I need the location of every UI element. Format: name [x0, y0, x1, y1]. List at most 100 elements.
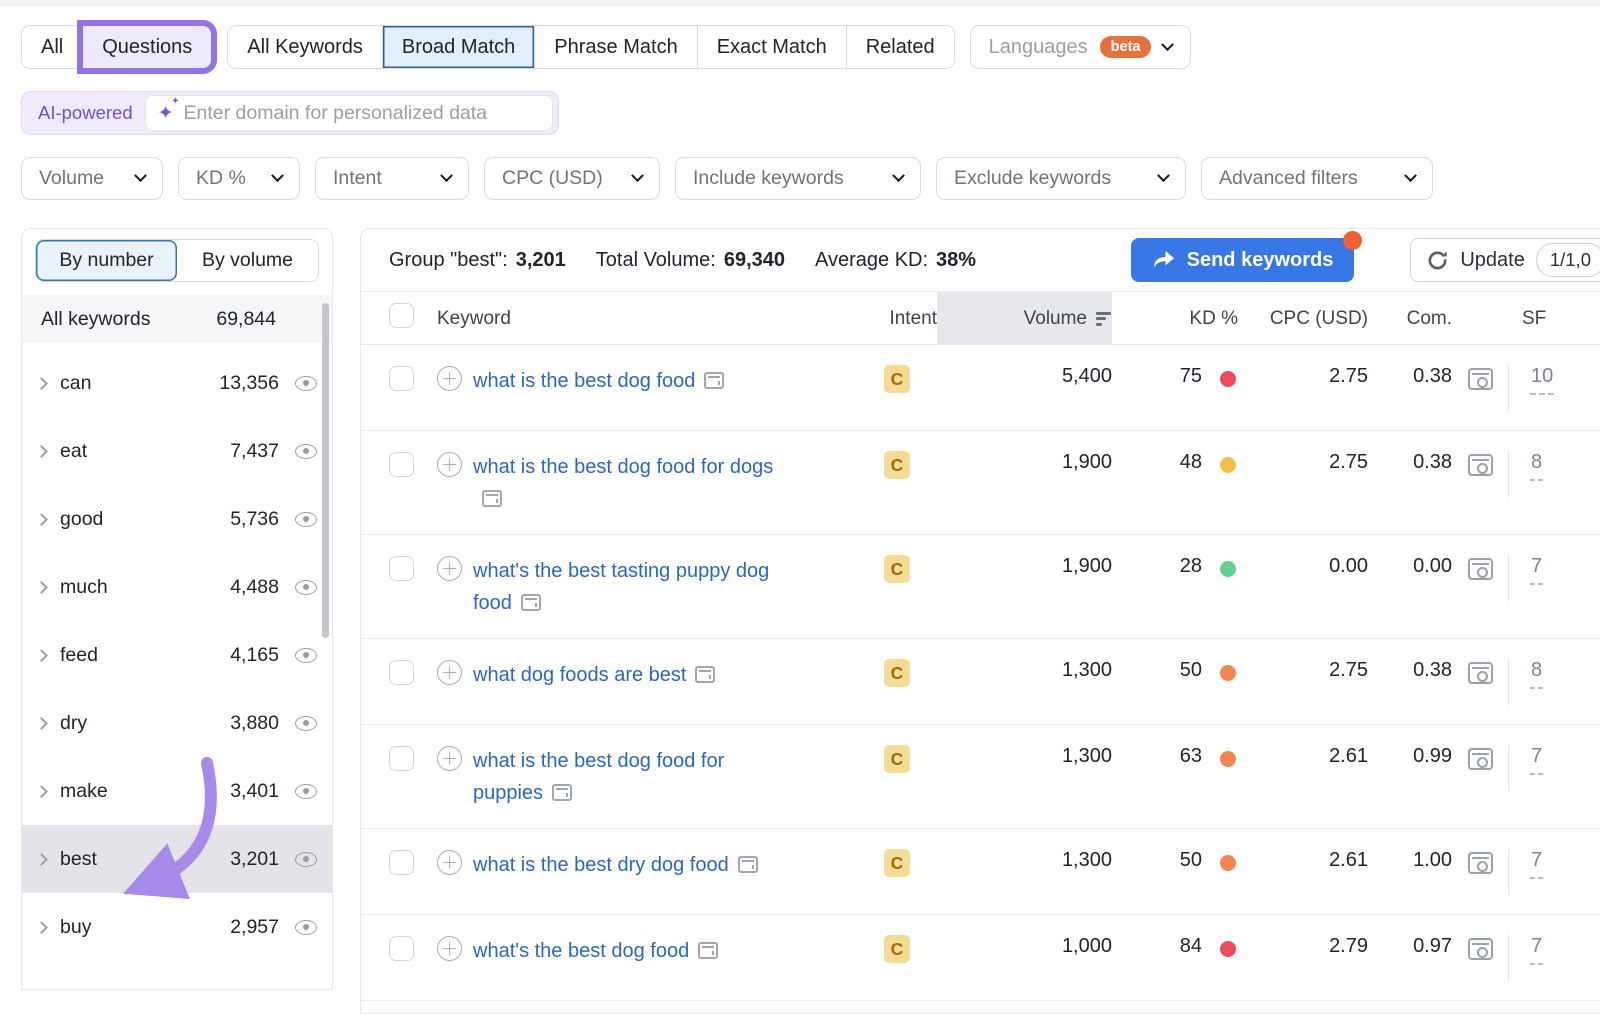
serp-preview-icon[interactable]: [1468, 662, 1493, 684]
chevron-right-icon[interactable]: [35, 581, 48, 594]
sf-value[interactable]: 7: [1530, 555, 1543, 585]
keyword-link[interactable]: what's the best tasting puppy dog food: [473, 560, 769, 614]
tab-phrase-match[interactable]: Phrase Match: [535, 26, 697, 68]
chevron-right-icon[interactable]: [35, 377, 48, 390]
col-keyword[interactable]: Keyword: [437, 308, 857, 330]
group-item-eat[interactable]: eat7,437: [22, 417, 332, 485]
serp-preview-icon[interactable]: [1468, 938, 1493, 960]
eye-icon[interactable]: [295, 648, 317, 663]
by-volume-toggle[interactable]: By volume: [177, 240, 318, 281]
tab-questions[interactable]: Questions: [83, 26, 211, 68]
eye-icon[interactable]: [295, 376, 317, 391]
serp-icon[interactable]: [482, 490, 502, 507]
tab-broad-match[interactable]: Broad Match: [383, 26, 535, 68]
chevron-right-icon[interactable]: [35, 921, 48, 934]
keyword-link[interactable]: what's the best dog food: [473, 940, 689, 962]
serp-preview-icon[interactable]: [1468, 558, 1493, 580]
keyword-link[interactable]: what is the best dry dog food: [473, 854, 729, 876]
send-keywords-button[interactable]: Send keywords: [1131, 238, 1355, 282]
col-volume[interactable]: Volume: [937, 292, 1112, 345]
group-item-buy[interactable]: buy2,957: [22, 893, 332, 961]
chevron-right-icon[interactable]: [35, 853, 48, 866]
add-keyword-icon[interactable]: [437, 746, 462, 771]
row-checkbox[interactable]: [389, 850, 414, 875]
sf-value[interactable]: 7: [1530, 745, 1543, 775]
tab-related[interactable]: Related: [847, 26, 954, 68]
row-checkbox[interactable]: [389, 366, 414, 391]
eye-icon[interactable]: [295, 784, 317, 799]
row-checkbox[interactable]: [389, 746, 414, 771]
serp-icon[interactable]: [698, 942, 718, 959]
filter-exclude-keywords[interactable]: Exclude keywords: [936, 157, 1186, 200]
serp-preview-icon[interactable]: [1468, 454, 1493, 476]
serp-preview-icon[interactable]: [1468, 368, 1493, 390]
sf-value[interactable]: 10: [1530, 365, 1554, 395]
chevron-right-icon[interactable]: [35, 785, 48, 798]
serp-icon[interactable]: [521, 594, 541, 611]
group-item-much[interactable]: much4,488: [22, 553, 332, 621]
row-checkbox[interactable]: [389, 452, 414, 477]
serp-preview-icon[interactable]: [1468, 748, 1493, 770]
serp-icon[interactable]: [704, 372, 724, 389]
update-button[interactable]: Update 1/1,0: [1410, 238, 1600, 282]
domain-input-wrap[interactable]: ✦: [145, 95, 553, 131]
tab-exact-match[interactable]: Exact Match: [698, 26, 847, 68]
eye-icon[interactable]: [295, 920, 317, 935]
serp-icon[interactable]: [695, 666, 715, 683]
tab-all-keywords[interactable]: All Keywords: [228, 26, 383, 68]
col-intent[interactable]: Intent: [857, 308, 937, 330]
row-checkbox[interactable]: [389, 936, 414, 961]
row-checkbox[interactable]: [389, 660, 414, 685]
domain-input[interactable]: [184, 102, 540, 125]
row-checkbox[interactable]: [389, 556, 414, 581]
col-cpc[interactable]: CPC (USD): [1238, 308, 1368, 330]
keyword-link[interactable]: what dog foods are best: [473, 664, 686, 686]
chevron-right-icon[interactable]: [35, 649, 48, 662]
eye-icon[interactable]: [295, 580, 317, 595]
add-keyword-icon[interactable]: [437, 936, 462, 961]
filter-volume[interactable]: Volume: [21, 157, 163, 200]
serp-preview-icon[interactable]: [1468, 852, 1493, 874]
eye-icon[interactable]: [295, 852, 317, 867]
add-keyword-icon[interactable]: [437, 366, 462, 391]
sf-value[interactable]: 8: [1530, 659, 1543, 689]
filter-advanced[interactable]: Advanced filters: [1201, 157, 1433, 200]
chevron-right-icon[interactable]: [35, 513, 48, 526]
col-kd[interactable]: KD %: [1112, 308, 1238, 330]
group-item-best[interactable]: best3,201: [22, 825, 332, 893]
eye-icon[interactable]: [295, 444, 317, 459]
keyword-link[interactable]: what is the best dog food for puppies: [473, 750, 724, 804]
add-keyword-icon[interactable]: [437, 660, 462, 685]
by-number-toggle[interactable]: By number: [36, 240, 177, 281]
sidebar-scrollbar[interactable]: [322, 303, 329, 638]
col-sf[interactable]: SF: [1508, 308, 1580, 330]
add-keyword-icon[interactable]: [437, 850, 462, 875]
sf-value[interactable]: 7: [1530, 849, 1543, 879]
select-all-checkbox[interactable]: [389, 303, 414, 328]
eye-icon[interactable]: [295, 512, 317, 527]
group-item-good[interactable]: good5,736: [22, 485, 332, 553]
serp-icon[interactable]: [552, 784, 572, 801]
group-item-dry[interactable]: dry3,880: [22, 689, 332, 757]
col-com[interactable]: Com.: [1368, 308, 1452, 330]
filter-include-keywords[interactable]: Include keywords: [675, 157, 921, 200]
group-item-make[interactable]: make3,401: [22, 757, 332, 825]
chevron-right-icon[interactable]: [35, 445, 48, 458]
filter-cpc[interactable]: CPC (USD): [484, 157, 660, 200]
filter-kd[interactable]: KD %: [178, 157, 300, 200]
eye-icon[interactable]: [295, 716, 317, 731]
keyword-link[interactable]: what is the best dog food for dogs: [473, 456, 773, 478]
group-item-feed[interactable]: feed4,165: [22, 621, 332, 689]
sf-value[interactable]: 8: [1530, 451, 1543, 481]
add-keyword-icon[interactable]: [437, 452, 462, 477]
group-item-can[interactable]: can13,356: [22, 349, 332, 417]
all-keywords-row[interactable]: All keywords 69,844: [22, 295, 332, 343]
sf-value[interactable]: 7: [1530, 935, 1543, 965]
add-keyword-icon[interactable]: [437, 556, 462, 581]
filter-intent[interactable]: Intent: [315, 157, 469, 200]
tab-all[interactable]: All: [22, 26, 83, 68]
serp-icon[interactable]: [738, 856, 758, 873]
languages-dropdown[interactable]: Languages beta: [970, 25, 1192, 69]
keyword-link[interactable]: what is the best dog food: [473, 370, 695, 392]
chevron-right-icon[interactable]: [35, 717, 48, 730]
